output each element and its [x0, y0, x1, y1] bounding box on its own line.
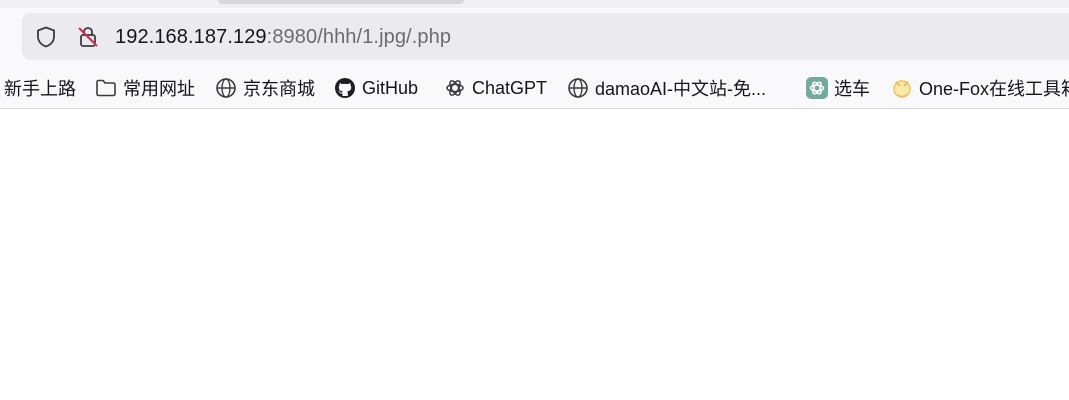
- active-tab-edge[interactable]: [218, 0, 464, 4]
- bookmark-xuanche[interactable]: 选车: [806, 75, 870, 101]
- bookmark-github[interactable]: GitHub: [334, 75, 418, 101]
- url-host: 192.168.187.129: [115, 26, 267, 48]
- bookmark-label: GitHub: [362, 77, 419, 98]
- globe-icon: [215, 77, 237, 99]
- bookmark-label: 新手上路: [4, 79, 76, 99]
- bookmark-damaoai[interactable]: damaoAI-中文站-免...: [567, 75, 766, 101]
- url-path: :8980/hhh/1.jpg/.php: [266, 26, 452, 48]
- github-icon: [334, 77, 356, 99]
- bookmark-label: 选车: [834, 79, 870, 99]
- bookmark-xinshou[interactable]: 新手上路: [4, 75, 76, 101]
- tab-strip: [0, 0, 1069, 8]
- bookmark-folder-common-sites[interactable]: 常用网址: [95, 75, 195, 101]
- fox-icon: [891, 77, 913, 99]
- bookmark-label: One-Fox在线工具箱: [919, 79, 1069, 99]
- page-content: [0, 109, 1069, 400]
- folder-icon: [95, 77, 117, 99]
- bookmark-label: damaoAI-中文站-免...: [595, 79, 767, 99]
- bookmark-chatgpt[interactable]: ChatGPT: [444, 75, 547, 101]
- url-text[interactable]: 192.168.187.129:8980/hhh/1.jpg/.php: [115, 26, 451, 48]
- insecure-lock-icon[interactable]: [75, 24, 101, 50]
- bookmark-jd[interactable]: 京东商城: [215, 75, 315, 101]
- openai-icon: [444, 77, 466, 99]
- bookmark-label: 常用网址: [123, 79, 195, 99]
- bookmark-label: 京东商城: [243, 79, 315, 99]
- globe-icon: [567, 77, 589, 99]
- navigation-toolbar: 192.168.187.129:8980/hhh/1.jpg/.php: [0, 8, 1069, 68]
- shield-icon[interactable]: [33, 24, 59, 50]
- address-bar[interactable]: 192.168.187.129:8980/hhh/1.jpg/.php: [22, 13, 1069, 60]
- chatgpt-green-icon: [806, 77, 828, 99]
- bookmarks-toolbar: 新手上路 常用网址 京东商城 GitHub ChatGPT damaoAI-中文…: [0, 68, 1069, 109]
- bookmark-label: ChatGPT: [472, 77, 548, 98]
- bookmark-one-fox[interactable]: One-Fox在线工具箱: [891, 75, 1069, 101]
